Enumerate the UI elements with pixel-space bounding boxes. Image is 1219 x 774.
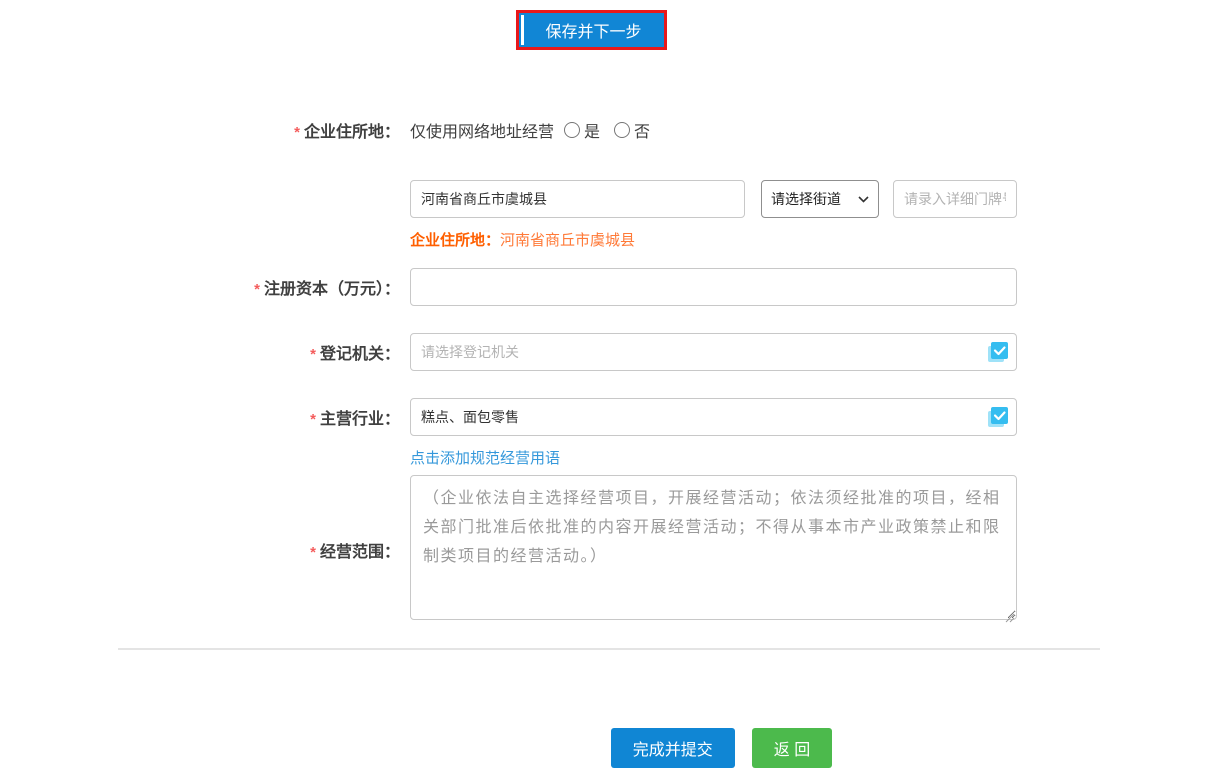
industry-row: *主营行业： — [0, 398, 1219, 436]
web-address-only-text: 仅使用网络地址经营 — [410, 118, 554, 142]
save-next-highlight: 保存并下一步 — [0, 10, 1219, 50]
capital-row: *注册资本（万元）： — [0, 268, 1219, 306]
address-row: 请选择街道 — [0, 180, 1219, 218]
web-address-radio-group: 是 否 — [564, 118, 650, 142]
radio-yes-input[interactable] — [564, 122, 580, 138]
scope-row: *经营范围： （企业依法自主选择经营项目，开展经营活动；依法须经批准的项目，经相… — [0, 477, 1219, 622]
residence-label: *企业住所地： — [0, 118, 410, 142]
region-input[interactable] — [410, 180, 745, 218]
submit-button[interactable]: 完成并提交 — [611, 728, 735, 768]
radio-no-label: 否 — [634, 118, 650, 142]
industry-input[interactable] — [410, 398, 1017, 436]
residence-row: *企业住所地： 仅使用网络地址经营 是 否 — [0, 115, 1219, 145]
chevron-down-icon — [858, 196, 869, 203]
industry-label: *主营行业： — [0, 405, 410, 429]
authority-row: *登记机关： — [0, 333, 1219, 371]
address-detail-input[interactable] — [893, 180, 1017, 218]
residence-note: 企业住所地：河南省商丘市虞城县 — [410, 229, 635, 250]
section-divider — [118, 648, 1100, 650]
street-select[interactable]: 请选择街道 — [761, 180, 879, 218]
registration-form-page: 保存并下一步 *企业住所地： 仅使用网络地址经营 是 否 — [0, 0, 1219, 774]
authority-input[interactable] — [410, 333, 1017, 371]
required-asterisk: * — [294, 124, 300, 141]
required-asterisk: * — [254, 281, 260, 298]
scope-label: *经营范围： — [0, 538, 410, 562]
radio-yes-label: 是 — [584, 118, 600, 142]
required-asterisk: * — [310, 411, 316, 428]
picker-checkbox-icon[interactable] — [986, 340, 1010, 364]
residence-note-value: 河南省商丘市虞城县 — [500, 232, 635, 249]
residence-note-label: 企业住所地： — [410, 232, 500, 249]
capital-label: *注册资本（万元）： — [0, 275, 410, 299]
add-standard-terms-link[interactable]: 点击添加规范经营用语 — [410, 447, 560, 468]
required-asterisk: * — [310, 346, 316, 363]
scope-textarea[interactable]: （企业依法自主选择经营项目，开展经营活动；依法须经批准的项目，经相关部门批准后依… — [410, 475, 1017, 620]
street-select-value: 请选择街道 — [771, 189, 841, 209]
radio-no-input[interactable] — [614, 122, 630, 138]
back-button[interactable]: 返 回 — [752, 728, 832, 768]
picker-checkbox-icon[interactable] — [986, 405, 1010, 429]
add-terms-row: 点击添加规范经营用语 — [0, 446, 1219, 468]
required-asterisk: * — [310, 544, 316, 561]
authority-label: *登记机关： — [0, 340, 410, 364]
radio-yes[interactable]: 是 — [564, 118, 600, 142]
residence-note-row: 企业住所地：河南省商丘市虞城县 — [0, 228, 1219, 250]
radio-no[interactable]: 否 — [614, 118, 650, 142]
footer-actions: 完成并提交 返 回 — [418, 728, 1025, 768]
save-next-button[interactable]: 保存并下一步 — [516, 10, 666, 50]
capital-input[interactable] — [410, 268, 1017, 306]
